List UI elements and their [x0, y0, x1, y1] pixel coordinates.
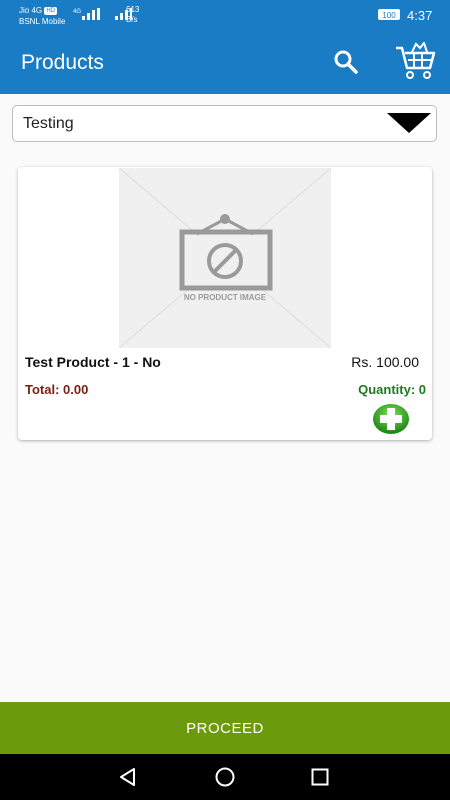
product-price: Rs. 100.00 — [351, 354, 419, 370]
product-quantity: Quantity: 0 — [358, 382, 426, 397]
dropdown-arrow-icon — [387, 113, 431, 133]
cart-icon — [396, 40, 436, 79]
home-icon[interactable] — [214, 767, 236, 787]
plus-icon — [373, 404, 409, 434]
battery-level: 100 — [382, 11, 396, 20]
network-speed: 613 B/s — [126, 5, 139, 25]
cart-button[interactable] — [394, 40, 436, 82]
clock: 4:37 — [407, 8, 433, 23]
proceed-button[interactable]: PROCEED — [0, 702, 450, 754]
carrier-secondary: BSNL Mobile — [19, 17, 66, 26]
speed-unit: B/s — [126, 15, 138, 24]
recent-apps-icon[interactable] — [311, 768, 329, 786]
navigation-bar — [0, 754, 450, 800]
product-total: Total: 0.00 — [25, 382, 89, 397]
signal-icon — [82, 8, 100, 20]
carrier-primary: Jio 4G — [19, 6, 43, 15]
search-button[interactable] — [333, 49, 359, 75]
speed-value: 613 — [126, 5, 140, 14]
carrier-info: Jio 4G HD BSNL Mobile — [19, 5, 65, 27]
add-quantity-button[interactable] — [372, 403, 410, 435]
app-bar: Products — [0, 32, 450, 94]
hd-badge: HD — [44, 6, 58, 15]
product-card[interactable]: NO PRODUCT IMAGE Test Product - 1 - No R… — [18, 167, 432, 440]
status-bar: Jio 4G HD BSNL Mobile 4G 613 B/s 100 4:3… — [0, 0, 450, 32]
product-name: Test Product - 1 - No — [25, 354, 161, 370]
no-image-label: NO PRODUCT IMAGE — [183, 293, 267, 302]
product-image-placeholder: NO PRODUCT IMAGE — [118, 167, 332, 349]
category-dropdown[interactable]: Testing — [12, 105, 437, 142]
back-icon[interactable] — [118, 768, 138, 786]
dropdown-selected-value: Testing — [23, 115, 74, 132]
search-icon — [334, 50, 358, 74]
page-title: Products — [21, 51, 104, 74]
no-image-icon — [118, 167, 332, 349]
battery-icon: 100 — [378, 9, 400, 20]
network-type: 4G — [73, 9, 82, 15]
